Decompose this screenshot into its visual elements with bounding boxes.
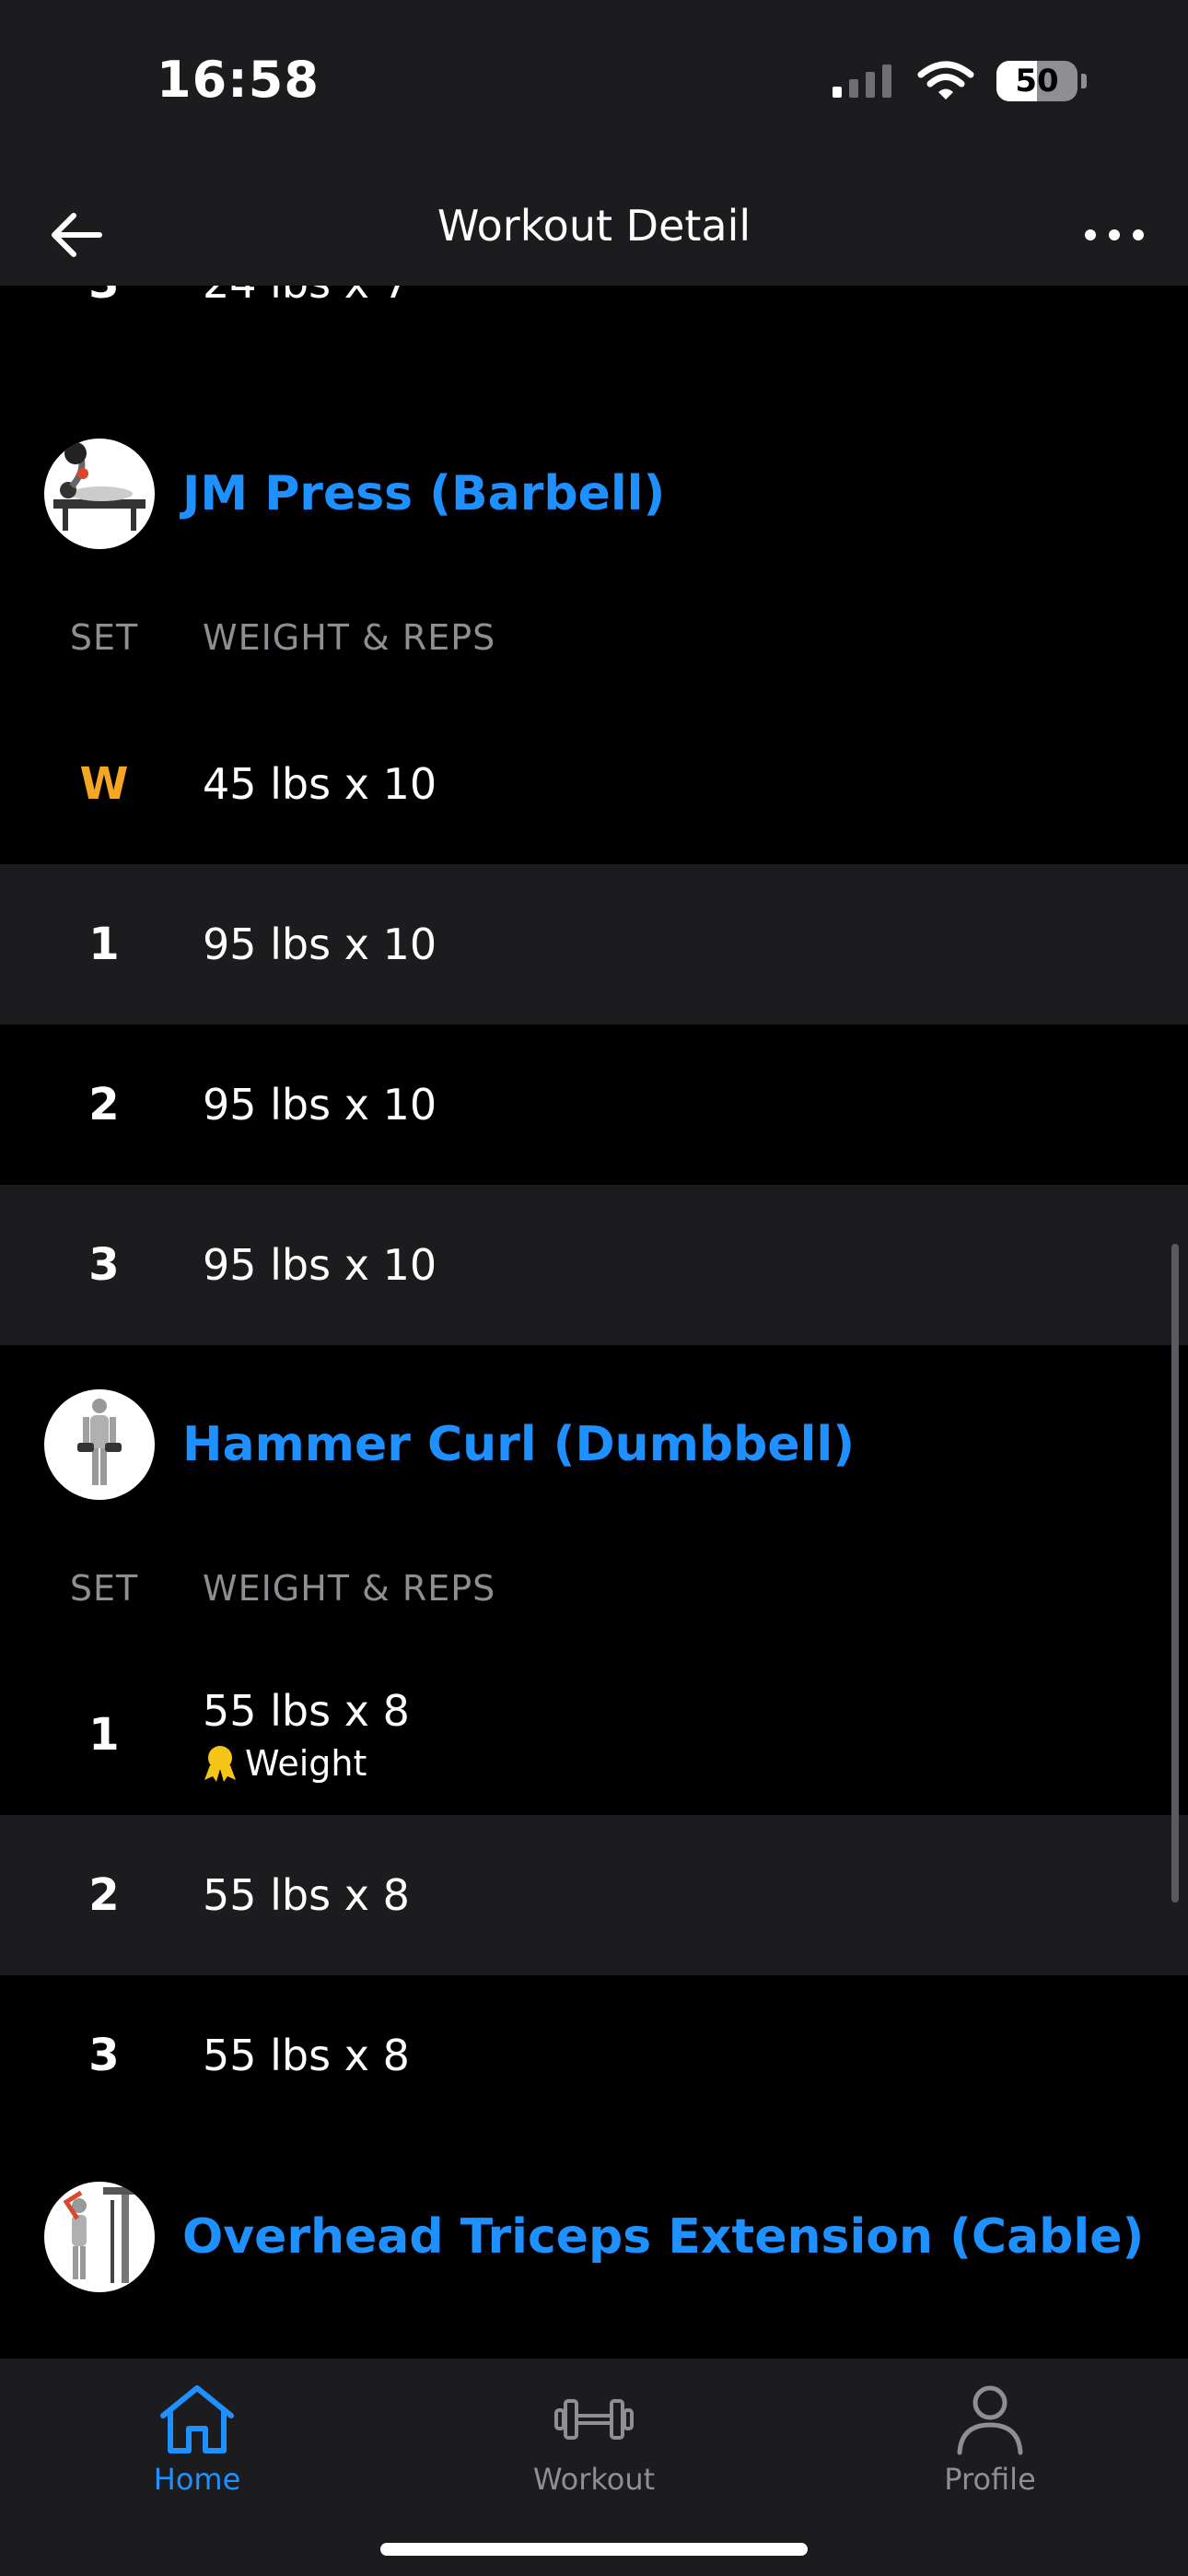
exercise-thumbnail <box>44 2182 155 2292</box>
set-row: 2 55 lbs x 8 <box>0 1815 1188 1975</box>
tab-label-home: Home <box>153 2462 241 2497</box>
medal-icon <box>204 1746 236 1782</box>
weight-reps-value: 95 lbs x 10 <box>203 1240 437 1290</box>
status-icons: 50 <box>831 55 1087 107</box>
set-number: 1 <box>88 919 120 970</box>
cellular-signal-icon <box>833 64 891 98</box>
tab-profile[interactable]: Profile <box>852 2359 1128 2497</box>
bench-press-figure-icon <box>53 442 146 531</box>
personal-record-badge: Weight <box>203 1743 367 1784</box>
hammer-curl-figure-icon <box>77 1399 122 1485</box>
page-title: Workout Detail <box>437 201 751 251</box>
weight-reps-value: 95 lbs x 10 <box>203 919 437 969</box>
set-row: 3 55 lbs x 8 <box>0 1975 1188 2136</box>
column-headers: SET WEIGHT & REPS <box>0 591 1188 684</box>
workout-detail-content[interactable]: 3 24 lbs x 7 JM Press (Barbell) SET WEIG… <box>0 286 1188 2359</box>
home-indicator <box>380 2543 808 2556</box>
set-row: 2 95 lbs x 10 <box>0 1025 1188 1185</box>
wifi-icon <box>917 61 974 100</box>
home-icon <box>160 2385 234 2453</box>
status-time: 16:58 <box>157 51 320 109</box>
weight-reps-value: 55 lbs x 8 <box>203 1686 410 1736</box>
set-number: 2 <box>88 1079 120 1130</box>
tab-home[interactable]: Home <box>59 2359 335 2497</box>
weight-reps-value: 95 lbs x 10 <box>203 1080 437 1130</box>
status-bar: 16:58 50 <box>0 0 1188 184</box>
navigation-bar: Workout Detail <box>0 184 1188 286</box>
exercise-header-hammer-curl[interactable]: Hammer Curl (Dumbbell) <box>0 1380 1188 1509</box>
set-row: 1 55 lbs x 8 Weight <box>0 1655 1188 1815</box>
set-number: 3 <box>88 1239 120 1291</box>
exercise-name[interactable]: JM Press (Barbell) <box>182 429 665 558</box>
set-number-warmup: W <box>79 758 129 810</box>
weight-reps-value: 55 lbs x 8 <box>203 2031 410 2080</box>
battery-percentage: 50 <box>1015 63 1059 100</box>
cable-triceps-figure-icon <box>63 2187 147 2283</box>
weight-reps-cell: 55 lbs x 8 Weight <box>203 1655 410 1815</box>
set-row: 3 95 lbs x 10 <box>0 1185 1188 1345</box>
weight-reps-value: 24 lbs x 7 <box>203 286 410 363</box>
set-row: 1 95 lbs x 10 <box>0 864 1188 1025</box>
exercise-header-overhead-triceps[interactable]: Overhead Triceps Extension (Cable) <box>0 2172 1188 2301</box>
more-options-button[interactable] <box>1077 203 1151 267</box>
tab-label-profile: Profile <box>944 2462 1036 2497</box>
set-row: W 45 lbs x 10 <box>0 704 1188 864</box>
column-header-weight-reps: WEIGHT & REPS <box>203 1568 496 1609</box>
user-profile-icon <box>957 2385 1023 2455</box>
column-header-set: SET <box>69 1568 139 1609</box>
tab-label-workout: Workout <box>532 2462 656 2497</box>
weight-reps-value: 45 lbs x 10 <box>203 759 437 809</box>
exercise-name[interactable]: Overhead Triceps Extension (Cable) <box>182 2172 1144 2301</box>
battery-cap <box>1081 74 1087 88</box>
dumbbell-icon <box>554 2399 634 2440</box>
exercise-thumbnail <box>44 1389 155 1500</box>
weight-reps-value: 55 lbs x 8 <box>203 1870 410 1920</box>
exercise-thumbnail <box>44 439 155 549</box>
column-header-set: SET <box>69 617 139 658</box>
exercise-name[interactable]: Hammer Curl (Dumbbell) <box>182 1380 855 1509</box>
vertical-scrollbar[interactable] <box>1171 1244 1179 1903</box>
column-headers: SET WEIGHT & REPS <box>0 1542 1188 1634</box>
more-horizontal-icon <box>1085 229 1144 240</box>
tab-workout[interactable]: Workout <box>456 2359 732 2497</box>
set-number: 1 <box>88 1709 120 1761</box>
set-number: 2 <box>88 1869 120 1921</box>
column-header-weight-reps: WEIGHT & REPS <box>203 617 496 658</box>
set-row: 3 24 lbs x 7 <box>0 286 1188 363</box>
personal-record-type: Weight <box>245 1743 367 1784</box>
set-number: 3 <box>88 2030 120 2081</box>
battery-icon: 50 <box>996 61 1077 101</box>
exercise-header-jm-press[interactable]: JM Press (Barbell) <box>0 429 1188 558</box>
set-number: 3 <box>37 286 171 363</box>
